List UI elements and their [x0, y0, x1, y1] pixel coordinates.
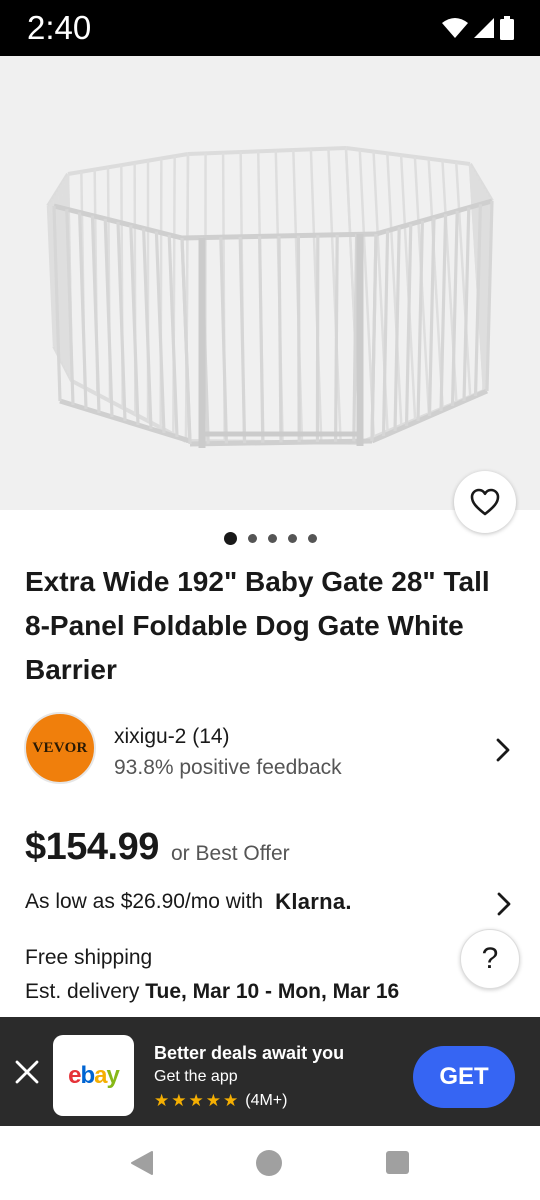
seller-avatar[interactable]: VEVOR [24, 712, 96, 784]
status-icons [442, 14, 514, 42]
seller-feedback: 93.8% positive feedback [114, 756, 342, 779]
star-icon: ★ [223, 1091, 239, 1110]
product-title: Extra Wide 192" Baby Gate 28" Tall 8-Pan… [25, 566, 490, 685]
carousel-dot[interactable] [307, 534, 317, 543]
carousel-dot[interactable] [223, 532, 237, 545]
ebay-logo: ebay [68, 1061, 120, 1089]
carousel-dot[interactable] [267, 534, 277, 543]
seller-name: xixigu-2 (14) [114, 725, 230, 748]
banner-subtext: Get the app [154, 1068, 238, 1085]
help-icon: ? [481, 942, 499, 975]
banner-rating: ★ ★ ★ ★ ★ (4M+) [154, 1092, 287, 1110]
seller-row[interactable]: VEVOR xixigu-2 (14) 93.8% positive feedb… [24, 712, 524, 788]
help-button[interactable]: ? [460, 929, 520, 989]
klarna-text: As low as $26.90/mo with [25, 890, 264, 913]
seller-avatar-text: VEVOR [32, 739, 88, 756]
product-image[interactable] [0, 56, 540, 510]
star-icon: ★ [188, 1091, 204, 1110]
back-icon[interactable] [130, 1150, 154, 1176]
star-icon: ★ [154, 1091, 170, 1110]
klarna-financing[interactable]: As low as $26.90/mo with Klarna. [25, 889, 352, 915]
favorite-button[interactable] [454, 471, 516, 533]
est-delivery-prefix: Est. delivery [25, 980, 140, 1003]
price: $154.99 [25, 826, 159, 868]
baby-gate-illustration [46, 146, 494, 448]
signal-icon [474, 18, 494, 38]
wifi-icon [442, 18, 468, 38]
estimated-delivery: Est. delivery Tue, Mar 10 - Mon, Mar 16 [25, 980, 399, 1004]
status-bar: 2:40 [0, 0, 540, 56]
app-download-banner: ebay Better deals await you Get the app … [0, 1017, 540, 1126]
free-shipping: Free shipping [25, 946, 153, 969]
recents-icon[interactable] [386, 1151, 409, 1174]
best-offer-label: or Best Offer [171, 842, 290, 865]
star-icon: ★ [171, 1091, 187, 1110]
get-app-button[interactable]: GET [413, 1046, 515, 1108]
status-time: 2:40 [27, 9, 92, 46]
rating-count: (4M+) [245, 1092, 288, 1109]
banner-headline: Better deals await you [154, 1043, 345, 1063]
carousel-dots [0, 532, 540, 545]
klarna-logo: Klarna. [275, 889, 352, 914]
heart-icon [470, 488, 500, 516]
carousel-dot[interactable] [247, 534, 257, 543]
est-delivery-dates: Tue, Mar 10 - Mon, Mar 16 [145, 980, 400, 1003]
star-icon: ★ [205, 1091, 221, 1110]
home-icon[interactable] [256, 1150, 282, 1176]
ebay-app-icon: ebay [53, 1035, 134, 1116]
chevron-right-icon[interactable] [497, 892, 511, 916]
carousel-dot[interactable] [287, 534, 297, 543]
chevron-right-icon[interactable] [496, 738, 510, 762]
battery-icon [500, 16, 514, 40]
system-nav-bar [0, 1126, 540, 1200]
close-icon[interactable] [14, 1059, 40, 1085]
